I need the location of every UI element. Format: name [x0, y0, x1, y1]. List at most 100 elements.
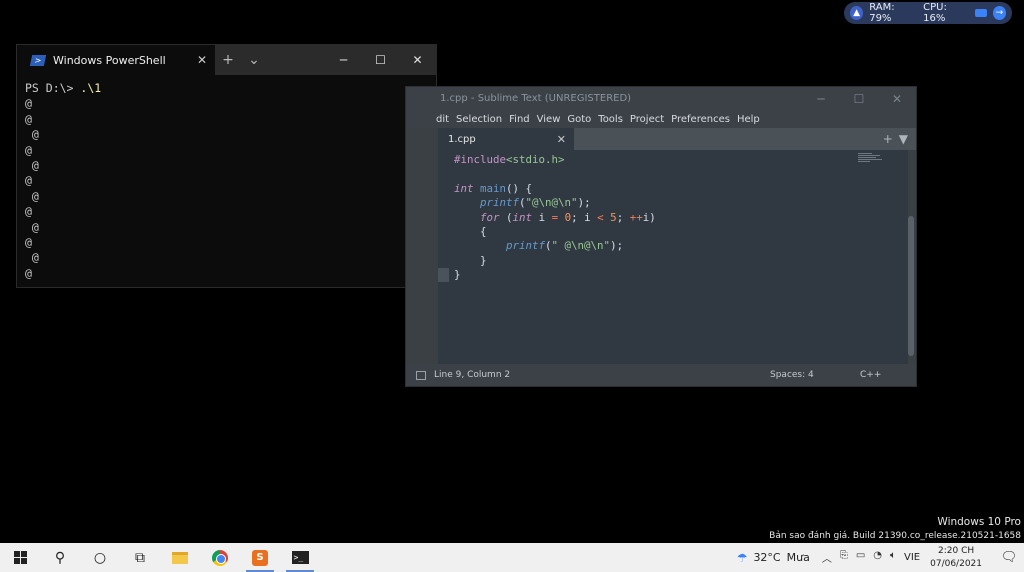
minimap[interactable]	[858, 152, 886, 166]
menu-goto[interactable]: Goto	[567, 114, 591, 125]
terminal-line: @	[25, 142, 32, 157]
cursor-position[interactable]: Line 9, Column 2	[434, 370, 510, 380]
powershell-titlebar[interactable]: > Windows PowerShell ✕ + ⌄ ─ ☐ ✕	[17, 45, 436, 75]
chrome-icon	[212, 549, 228, 566]
cpu-usage: CPU: 16%	[923, 2, 947, 24]
terminal-line: @	[25, 96, 32, 111]
editor-scrollbar[interactable]	[908, 216, 914, 356]
camera-icon	[975, 9, 987, 17]
terminal-line: @	[31, 188, 39, 203]
chrome-button[interactable]	[200, 543, 240, 572]
task-view-icon: ⧉	[135, 549, 145, 566]
minimize-button[interactable]: ─	[325, 53, 362, 67]
terminal-command: .\1	[80, 81, 102, 95]
file-explorer-button[interactable]	[160, 543, 200, 572]
sublime-window[interactable]: 1.cpp - Sublime Text (UNREGISTERED) ─ ☐ …	[405, 86, 917, 387]
sublime-title: 1.cpp - Sublime Text (UNREGISTERED)	[440, 93, 632, 104]
sublime-close-button[interactable]: ✕	[878, 92, 916, 106]
menu-find[interactable]: Find	[509, 114, 530, 125]
source-code[interactable]: #include<stdio.h> int main() { printf("@…	[454, 153, 656, 283]
sublime-icon: S	[252, 549, 268, 566]
menu-selection[interactable]: Selection	[456, 114, 502, 125]
sublime-menubar: dit Selection Find View Goto Tools Proje…	[406, 110, 916, 128]
terminal-taskbar-button[interactable]: >_	[280, 543, 320, 572]
weather-text: Mưa	[786, 551, 810, 564]
folder-icon	[172, 551, 188, 564]
network-icon[interactable]: ◔	[873, 550, 882, 565]
tab-label: 1.cpp	[448, 133, 476, 145]
ram-usage: RAM: 79%	[869, 2, 895, 24]
clock-date: 07/06/2021	[930, 558, 982, 569]
cortana-circle-icon: ○	[93, 549, 107, 566]
sublime-tabbar: 1.cpp ✕ + ▼	[438, 128, 916, 150]
arrow-right-icon[interactable]: →	[992, 6, 1006, 20]
syntax-setting[interactable]: C++	[860, 370, 916, 380]
task-view-button[interactable]: ⧉	[120, 543, 160, 572]
usb-icon[interactable]: ⎘	[840, 550, 848, 565]
sublime-titlebar[interactable]: 1.cpp - Sublime Text (UNREGISTERED) ─ ☐ …	[406, 87, 916, 110]
terminal-line: @	[25, 265, 32, 280]
powershell-tab[interactable]: > Windows PowerShell ✕	[17, 45, 215, 75]
current-line-marker	[438, 268, 449, 282]
weather-temp: 32°C	[753, 551, 781, 564]
weather-widget[interactable]: ☂ 32°C Mưa	[737, 551, 810, 565]
maximize-button[interactable]: ☐	[362, 53, 399, 67]
notification-icon[interactable]: 🗨︎	[994, 550, 1024, 565]
terminal-prompt: PS D:\>	[25, 81, 81, 95]
speaker-icon[interactable]: 🔈︎	[890, 550, 896, 565]
powershell-tab-label: Windows PowerShell	[53, 53, 166, 67]
code-editor[interactable]: #include<stdio.h> int main() { printf("@…	[438, 150, 914, 366]
terminal-line: @	[31, 250, 39, 265]
taskbar: ⚲ ○ ⧉ S >_ ☂ 32°C Mưa ︿ ⎘ ▭ ◔ 🔈︎ VIE 2:2…	[0, 543, 1024, 572]
sublime-statusbar: Line 9, Column 2 Spaces: 4 C++	[406, 364, 916, 386]
new-file-plus-icon[interactable]: +	[883, 132, 893, 146]
menu-tools[interactable]: Tools	[598, 114, 623, 125]
close-button[interactable]: ✕	[399, 53, 436, 67]
system-tray: ☂ 32°C Mưa ︿ ⎘ ▭ ◔ 🔈︎ VIE 2:20 CH 07/06/…	[737, 543, 1024, 572]
terminal-icon: >_	[291, 551, 309, 564]
tab-close-icon[interactable]: ✕	[557, 133, 566, 146]
sublime-taskbar-button[interactable]: S	[240, 543, 280, 572]
cortana-button[interactable]: ○	[80, 543, 120, 572]
windows-edition: Windows 10 Pro	[937, 516, 1021, 528]
menu-preferences[interactable]: Preferences	[671, 114, 730, 125]
resource-monitor[interactable]: ▲ RAM: 79% CPU: 16% →	[844, 2, 1012, 24]
terminal-output-lines: @ @ @ @ @ @ @ @ @ @ @ @	[25, 96, 39, 279]
indentation-setting[interactable]: Spaces: 4	[770, 370, 860, 380]
terminal-line: @	[25, 204, 32, 219]
battery-icon[interactable]: ▭	[856, 550, 865, 565]
terminal-line: @	[25, 235, 32, 250]
terminal-line: @	[25, 173, 32, 188]
terminal-output[interactable]: PS D:\> .\1 @ @ @ @ @ @ @ @ @ @ @ @	[17, 75, 436, 287]
chevron-down-icon[interactable]: ⌄	[241, 52, 267, 68]
menu-help[interactable]: Help	[737, 114, 760, 125]
search-icon: ⚲	[54, 549, 66, 566]
terminal-line: @	[25, 111, 32, 126]
panel-toggle-icon[interactable]	[416, 370, 426, 380]
powershell-icon: >	[29, 54, 47, 66]
chevron-up-icon[interactable]: ︿	[822, 550, 832, 565]
powershell-window[interactable]: > Windows PowerShell ✕ + ⌄ ─ ☐ ✕ PS D:\>…	[16, 44, 437, 288]
clock[interactable]: 2:20 CH 07/06/2021	[930, 545, 982, 571]
search-button[interactable]: ⚲	[40, 543, 80, 572]
tab-list-down-icon[interactable]: ▼	[899, 132, 908, 146]
sublime-maximize-button[interactable]: ☐	[840, 92, 878, 106]
tab-close-icon[interactable]: ✕	[197, 53, 207, 67]
build-info: Bản sao đánh giá. Build 21390.co_release…	[769, 531, 1021, 541]
new-tab-plus-icon[interactable]: +	[215, 52, 241, 68]
input-language[interactable]: VIE	[904, 552, 920, 563]
terminal-line: @	[31, 127, 39, 142]
menu-project[interactable]: Project	[630, 114, 664, 125]
tab-1-cpp[interactable]: 1.cpp ✕	[438, 128, 574, 150]
sidebar-gap	[406, 128, 438, 366]
terminal-line: @	[31, 219, 39, 234]
rocket-icon: ▲	[850, 6, 864, 20]
rain-cloud-icon: ☂	[736, 550, 748, 565]
clock-time: 2:20 CH	[938, 545, 975, 556]
start-button[interactable]	[0, 543, 40, 572]
terminal-line: @	[31, 158, 39, 173]
windows-logo-icon	[13, 551, 27, 564]
sublime-minimize-button[interactable]: ─	[802, 92, 840, 106]
menu-edit[interactable]: dit	[436, 114, 449, 125]
menu-view[interactable]: View	[537, 114, 561, 125]
